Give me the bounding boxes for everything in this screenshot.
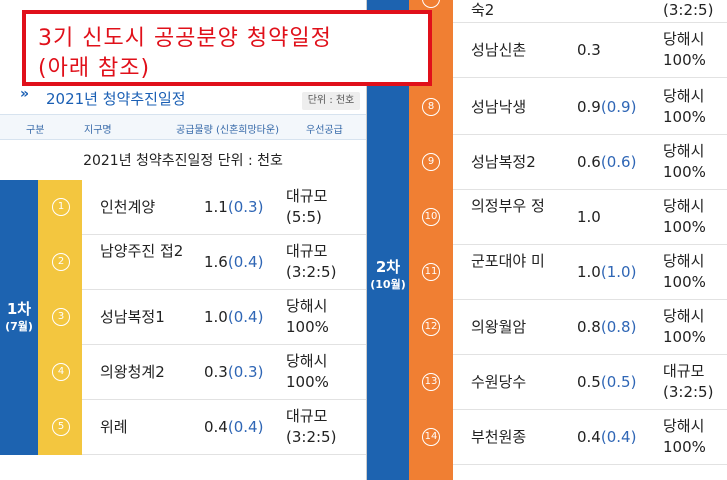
- column-header-priority: 우선공급: [306, 125, 343, 136]
- double-chevron-icon: »: [20, 86, 30, 102]
- unit-badge: 단위 : 천호: [302, 92, 360, 110]
- column-header-district: 지구명: [84, 125, 112, 136]
- table-row: 부천원종 0.4(0.4) 당해시 100%: [453, 410, 727, 465]
- column-header-supply: 공급물량 (신혼희망타운): [176, 125, 279, 136]
- table-row: 성남낙생 0.9(0.9) 당해시 100%: [453, 80, 727, 135]
- number-circle-icon: 4: [52, 363, 70, 381]
- column-header-row: 구분 지구명 공급물량 (신혼희망타운) 우선공급: [0, 114, 366, 140]
- number-circle-icon: 9: [422, 153, 440, 171]
- banner-subtitle: (아래 참조): [38, 56, 151, 81]
- table-row: 수원당수 0.5(0.5) 대규모 (3:2:5): [453, 355, 727, 410]
- number-circle-icon: 12: [422, 318, 440, 336]
- number-circle-icon: 1: [52, 198, 70, 216]
- left-panel-bottom: [0, 455, 366, 480]
- number-circle-icon: 5: [52, 418, 70, 436]
- table-row: 성남신촌 0.3 당해시 100%: [453, 23, 727, 78]
- phase-1-label: 1차 (7월): [0, 180, 38, 480]
- column-header-category: 구분: [26, 125, 45, 136]
- number-circle-icon: 3: [52, 308, 70, 326]
- table-row: 위례 0.4(0.4) 대규모 (3:2:5): [82, 400, 366, 455]
- table-row: 남양주진 접2 1.6(0.4) 대규모 (3:2:5): [82, 235, 366, 290]
- number-circle-icon: 14: [422, 428, 440, 446]
- table-row: 의왕청계2 0.3(0.3) 당해시 100%: [82, 345, 366, 400]
- table-row: 성남복정2 0.6(0.6) 당해시 100%: [453, 135, 727, 190]
- banner-title: 3기 신도시 공공분양 청약일정: [38, 26, 332, 51]
- number-circle-icon: 2: [52, 253, 70, 271]
- number-circle-icon: 10: [422, 208, 440, 226]
- table-row: 인천계양 1.1(0.3) 대규모 (5:5): [82, 180, 366, 235]
- number-circle-icon: 8: [422, 98, 440, 116]
- number-circle-icon: 11: [422, 263, 440, 281]
- table-row: 의정부우 정 1.0 당해시 100%: [453, 190, 727, 245]
- table-row: 숙2 (3:2:5): [453, 0, 727, 23]
- number-circle-icon: 13: [422, 373, 440, 391]
- announcement-banner: 3기 신도시 공공분양 청약일정 (아래 참조): [22, 10, 432, 86]
- table-caption: 2021년 청약추진일정 단위 : 천호: [83, 153, 283, 169]
- table-row: 군포대야 미 1.0(1.0) 당해시 100%: [453, 245, 727, 300]
- section-title: 2021년 청약추진일정: [46, 90, 186, 108]
- table-row: 성남복정1 1.0(0.4) 당해시 100%: [82, 290, 366, 345]
- table-row: 의왕월암 0.8(0.8) 당해시 100%: [453, 300, 727, 355]
